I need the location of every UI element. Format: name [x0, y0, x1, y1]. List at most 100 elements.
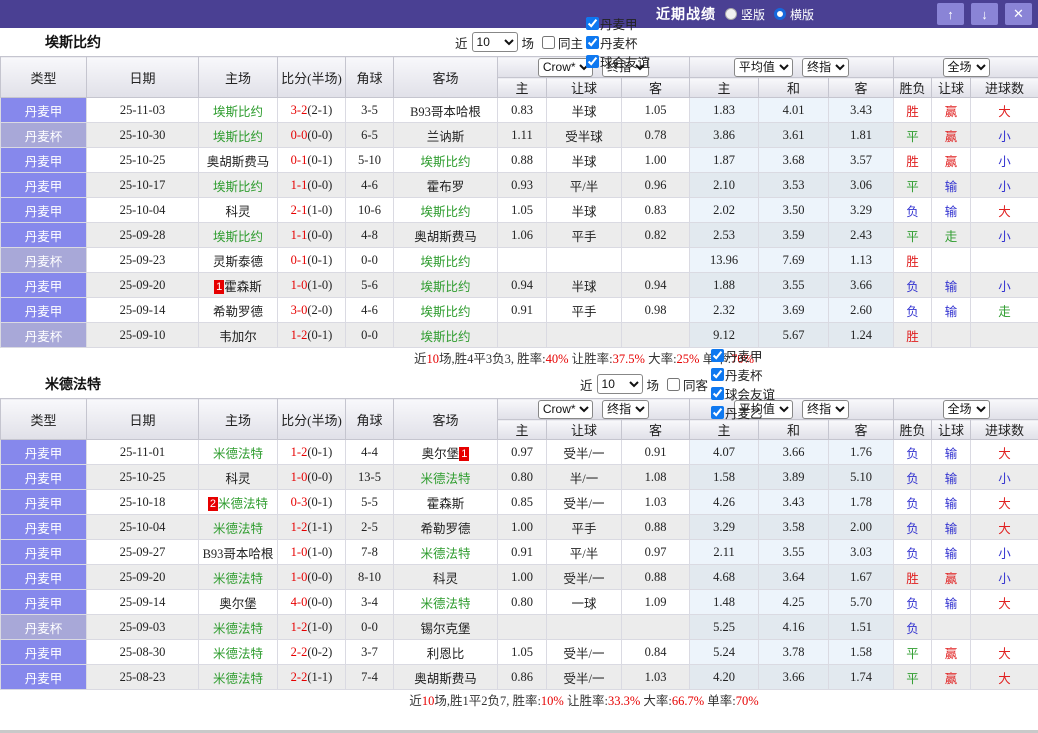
asian-away-odds-cell: 0.91 [620, 439, 691, 465]
fulltime-score: 1-2 [290, 619, 308, 634]
euro-final-index-select[interactable]: 终指 [802, 399, 850, 419]
team-name: 埃斯比约 [212, 129, 263, 144]
league-filter-checkbox[interactable] [586, 35, 600, 49]
date-cell: 25-09-10 [86, 322, 199, 348]
same-venue-checkbox[interactable] [667, 377, 681, 391]
league-filter[interactable]: 丹麦甲 [583, 14, 650, 33]
euro-home-odds-cell: 4.20 [689, 664, 760, 690]
summary-text: 33.3% [607, 694, 641, 708]
match-row: 丹麦甲 25-09-20 米德法特 1-0(0-0) 8-10 科灵 1.00 … [0, 564, 1038, 590]
handicap-cell: 受半/一 [546, 564, 622, 590]
table-body: 丹麦甲 25-11-01 米德法特 1-2(0-1) 4-4 奥尔堡 1 0.97… [0, 439, 1038, 690]
league-filter-checkbox[interactable] [586, 54, 600, 68]
move-down-button[interactable]: ↓ [971, 3, 998, 25]
corners-cell: 0-0 [345, 322, 394, 348]
radio-unchecked-icon[interactable] [725, 8, 737, 20]
handicap-cell [546, 247, 622, 273]
result-cell: 平 [893, 172, 933, 198]
euro-draw-odds-cell: 3.55 [758, 272, 830, 298]
euro-average-select[interactable]: 平均值 [733, 57, 793, 77]
handicap-cell [546, 322, 622, 348]
score-cell: 0-1(0-1) [277, 147, 346, 173]
handicap-result-cell: 输 [931, 464, 972, 490]
euro-draw-odds-cell: 7.69 [758, 247, 830, 273]
near-count-select[interactable]: 10 [471, 32, 518, 52]
near-count-select[interactable]: 10 [596, 374, 643, 394]
goals-over-under-cell: 小 [970, 539, 1038, 565]
corners-cell: 7-4 [345, 664, 394, 690]
euro-home-odds-cell: 1.48 [689, 589, 760, 615]
euro-draw-odds-cell: 3.61 [758, 122, 830, 148]
league-filter[interactable]: 球会友谊 [708, 384, 775, 403]
home-team-cell: 米德法特 [198, 564, 278, 590]
euro-home-odds-cell: 5.24 [689, 639, 760, 665]
result-cell: 胜 [893, 322, 933, 348]
league-filter[interactable]: 丹麦杯 [708, 365, 775, 384]
league-filter-checkbox[interactable] [586, 16, 600, 30]
subcol-result: 胜负 [893, 419, 933, 440]
date-cell: 25-10-25 [86, 464, 199, 490]
league-filter-checkbox[interactable] [711, 349, 725, 362]
euro-home-odds-cell: 4.68 [689, 564, 760, 590]
move-up-button[interactable]: ↑ [937, 3, 964, 25]
league-type-cell: 丹麦杯 [0, 614, 87, 640]
score-cell: 1-1(0-0) [277, 172, 346, 198]
league-type-cell: 丹麦甲 [0, 564, 87, 590]
euro-draw-odds-cell: 3.68 [758, 147, 830, 173]
handicap-cell: 半球 [546, 272, 622, 298]
home-team-cell: 韦加尔 [198, 322, 278, 348]
league-filter[interactable]: 丹麦甲 [708, 346, 775, 365]
euro-home-odds-cell: 2.11 [689, 539, 760, 565]
layout-option-horizontal[interactable]: 横版 [774, 6, 814, 23]
fulltime-score: 0-3 [290, 494, 308, 509]
asian-home-odds-cell: 0.85 [497, 489, 547, 515]
handicap-result-cell: 输 [931, 489, 972, 515]
league-filter[interactable]: 丹麦杯 [583, 33, 650, 52]
league-filter-label: 丹麦甲 [600, 17, 638, 32]
league-filter[interactable]: 丹麦乙 [708, 403, 775, 422]
asian-final-index-select[interactable]: 终指 [602, 399, 650, 419]
close-button[interactable]: ✕ [1005, 3, 1032, 25]
score-cell: 1-2(0-1) [277, 322, 346, 348]
fulltime-score: 1-0 [290, 469, 308, 484]
summary-text: 10 [426, 352, 440, 366]
col-home: 主场 [198, 398, 278, 440]
home-team-cell: 科灵 [198, 197, 278, 223]
corners-cell: 4-8 [345, 222, 394, 248]
halftime-score: (1-1) [307, 519, 333, 534]
scope-select[interactable]: 全场 [942, 57, 990, 77]
scope-select[interactable]: 全场 [942, 399, 990, 419]
halftime-score: (1-0) [307, 544, 333, 559]
team-name: 埃斯比约 [420, 254, 471, 269]
same-venue-checkbox[interactable] [542, 35, 556, 49]
league-filter-label: 球会友谊 [600, 55, 651, 70]
league-filter[interactable]: 球会友谊 [583, 52, 650, 71]
handicap-result-cell: 输 [931, 272, 972, 298]
score-cell: 1-0(0-0) [277, 564, 346, 590]
match-row: 丹麦杯 25-09-10 韦加尔 1-2(0-1) 0-0 埃斯比约 9.12 … [0, 322, 1038, 348]
team-name: 米德法特 [212, 621, 263, 636]
layout-option-vertical[interactable]: 竖版 [725, 6, 765, 23]
bookmaker-select[interactable]: Crow* [537, 399, 593, 419]
corners-cell: 4-4 [345, 439, 394, 465]
col-type: 类型 [0, 398, 87, 440]
score-cell: 1-2(1-1) [277, 514, 346, 540]
asian-home-odds-cell: 0.93 [497, 172, 547, 198]
euro-away-odds-cell: 1.67 [828, 564, 895, 590]
score-cell: 1-2(0-1) [277, 439, 346, 465]
euro-home-odds-cell: 2.32 [689, 297, 760, 323]
col-score: 比分(半场) [277, 56, 346, 98]
subcol-euro-draw: 和 [758, 77, 830, 98]
home-team-cell: 埃斯比约 [198, 97, 278, 123]
euro-final-index-select[interactable]: 终指 [802, 57, 850, 77]
section-header-bar: 埃斯比约 近 10 场 同主 丹麦甲 丹麦杯 球会友谊 [0, 16, 1038, 70]
home-team-cell: 奥胡斯费马 [198, 147, 278, 173]
league-filter-checkbox[interactable] [711, 406, 725, 419]
league-filter-checkbox[interactable] [711, 368, 725, 381]
match-row: 丹麦甲 25-08-23 米德法特 2-2(1-1) 7-4 奥胡斯费马 0.8… [0, 664, 1038, 690]
handicap-result-cell [931, 614, 972, 640]
halftime-score: (0-1) [307, 444, 333, 459]
handicap-result-cell: 赢 [931, 639, 972, 665]
radio-checked-icon[interactable] [774, 8, 787, 20]
league-filter-checkbox[interactable] [711, 387, 725, 400]
